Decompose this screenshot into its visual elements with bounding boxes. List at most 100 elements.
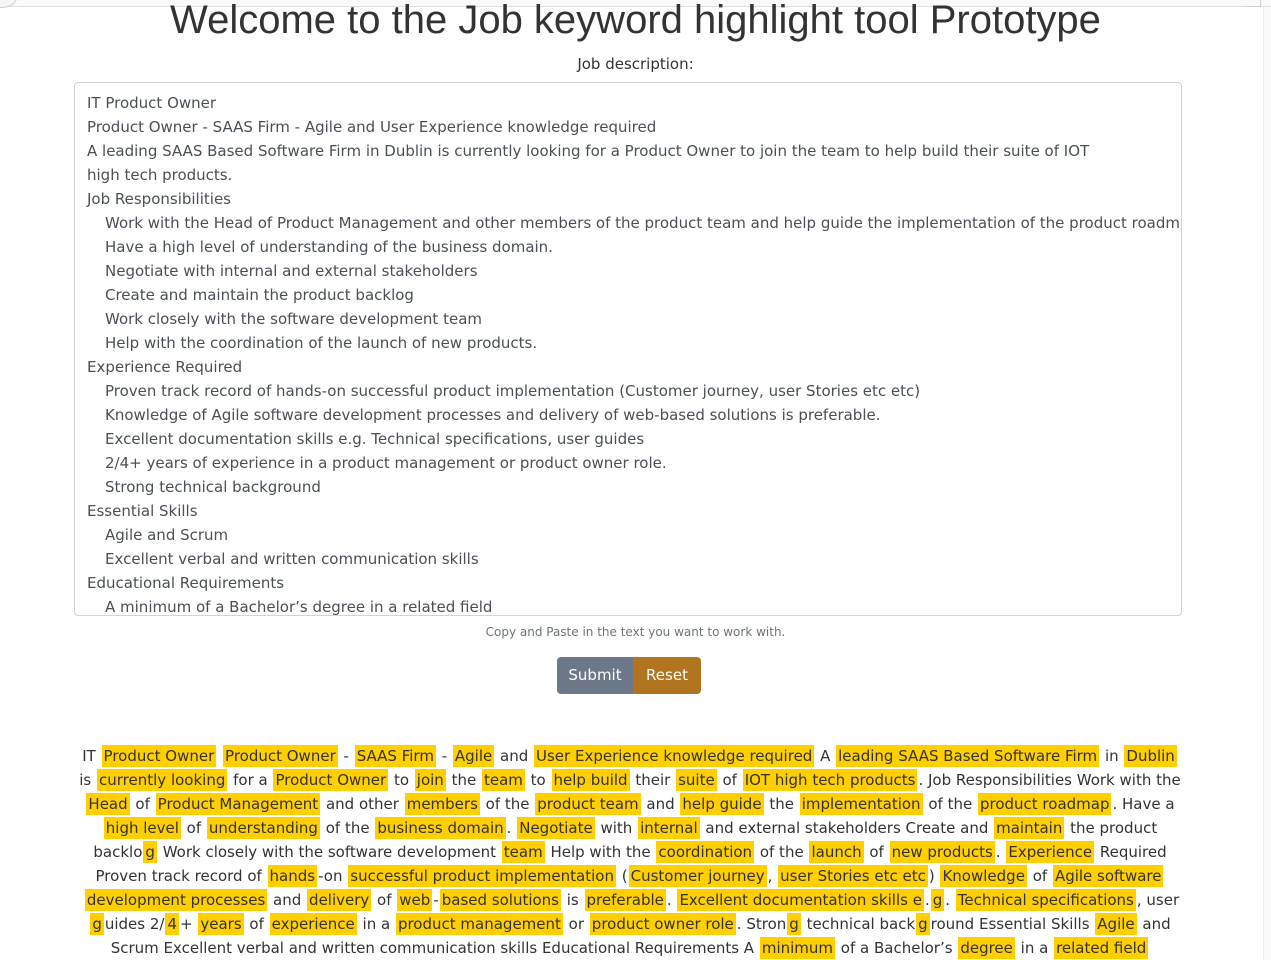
highlighted-keyword: Product Owner bbox=[223, 745, 338, 767]
highlighted-keyword: leading SAAS Based Software Firm bbox=[836, 745, 1100, 767]
page-scrollbar[interactable] bbox=[1263, 7, 1271, 960]
highlighted-keyword: Experience bbox=[1006, 841, 1095, 863]
highlighted-keyword: User Experience knowledge required bbox=[534, 745, 815, 767]
output-text: to bbox=[389, 771, 414, 789]
highlighted-keyword: Product Owner bbox=[101, 745, 217, 767]
output-text: and bbox=[641, 795, 680, 813]
output-text: . bbox=[924, 891, 930, 909]
highlighted-keyword: launch bbox=[809, 841, 864, 863]
highlighted-keyword: delivery bbox=[307, 889, 372, 911]
output-text: is bbox=[562, 891, 584, 909]
highlighted-keyword: user Stories etc etc bbox=[778, 865, 928, 887]
textarea-line: IT Product Owner bbox=[87, 94, 217, 112]
highlighted-keyword: experience bbox=[269, 913, 357, 935]
output-text: of bbox=[130, 795, 155, 813]
output-text: - bbox=[338, 747, 354, 765]
highlighted-keyword: currently looking bbox=[97, 769, 228, 791]
highlighted-keyword: internal bbox=[638, 817, 700, 839]
output-text: ) bbox=[928, 867, 940, 885]
output-text: of bbox=[864, 843, 889, 861]
highlighted-keyword: understanding bbox=[206, 817, 320, 839]
output-text: A bbox=[815, 747, 836, 765]
highlighted-keyword: Technical specifications bbox=[955, 889, 1136, 911]
textarea-line: Negotiate with internal and external sta… bbox=[105, 262, 478, 280]
output-text: , bbox=[767, 867, 778, 885]
highlighted-keyword: years bbox=[198, 913, 244, 935]
highlighted-keyword: high level bbox=[103, 817, 181, 839]
output-text: of bbox=[181, 819, 206, 837]
highlighted-keyword: Agile bbox=[1095, 913, 1137, 935]
highlighted-keyword: Product Management bbox=[155, 793, 321, 815]
submit-button[interactable]: Submit bbox=[557, 657, 633, 694]
output-text: ( bbox=[616, 867, 628, 885]
textarea-line: Work closely with the software developme… bbox=[105, 310, 482, 328]
highlighted-keyword: related field bbox=[1054, 937, 1149, 959]
textarea-line: Product Owner - SAAS Firm - Agile and Us… bbox=[87, 118, 657, 136]
output-text: the bbox=[446, 771, 481, 789]
highlighted-keyword: Knowledge bbox=[940, 865, 1027, 887]
output-text: or bbox=[563, 915, 589, 933]
highlighted-keyword: new products bbox=[889, 841, 995, 863]
highlighted-keyword: preferable bbox=[584, 889, 666, 911]
highlighted-keyword: implementation bbox=[799, 793, 923, 815]
highlighted-output: IT Product Owner Product Owner - SAAS Fi… bbox=[74, 744, 1186, 960]
output-text: their bbox=[630, 771, 676, 789]
output-text: and other bbox=[321, 795, 404, 813]
highlighted-keyword: g bbox=[916, 913, 930, 935]
help-text: Copy and Paste in the text you want to w… bbox=[485, 625, 786, 639]
textarea-line: Work with the Head of Product Management… bbox=[105, 214, 1182, 232]
output-text: round Essential Skills bbox=[930, 915, 1095, 933]
highlighted-keyword: hands bbox=[267, 865, 318, 887]
textarea-line: Knowledge of Agile software development … bbox=[105, 406, 881, 424]
output-text: . Job Responsibilities Work with the bbox=[918, 771, 1181, 789]
textarea-line: Job Responsibilities bbox=[87, 190, 231, 208]
highlighted-keyword: IOT high tech products bbox=[742, 769, 918, 791]
output-text: . bbox=[666, 891, 677, 909]
output-text: Work closely with the software developme… bbox=[157, 843, 501, 861]
output-text: technical back bbox=[801, 915, 916, 933]
output-text: of the bbox=[480, 795, 535, 813]
highlighted-keyword: maintain bbox=[994, 817, 1065, 839]
highlighted-keyword: g bbox=[90, 913, 104, 935]
highlighted-keyword: based solutions bbox=[439, 889, 561, 911]
highlighted-keyword: minimum bbox=[759, 937, 836, 959]
highlighted-keyword: coordination bbox=[656, 841, 755, 863]
textarea-line: Excellent documentation skills e.g. Tech… bbox=[105, 430, 645, 448]
output-text: + bbox=[180, 915, 198, 933]
output-text: in bbox=[1100, 747, 1124, 765]
output-text: -on bbox=[318, 867, 348, 885]
highlighted-keyword: 4 bbox=[165, 913, 180, 935]
highlighted-keyword: business domain bbox=[375, 817, 506, 839]
highlighted-keyword: product owner role bbox=[589, 913, 736, 935]
output-text: with bbox=[595, 819, 638, 837]
output-text: . Have a bbox=[1112, 795, 1175, 813]
textarea-line: Educational Requirements bbox=[87, 574, 285, 592]
output-text: Help with the bbox=[545, 843, 656, 861]
textarea-line: Strong technical background bbox=[105, 478, 321, 496]
reset-button[interactable]: Reset bbox=[633, 657, 701, 694]
highlighted-keyword: Head bbox=[86, 793, 130, 815]
textarea-line: Have a high level of understanding of th… bbox=[105, 238, 553, 256]
textarea-line: Agile and Scrum bbox=[105, 526, 229, 544]
output-text: of a Bachelor’s bbox=[836, 939, 958, 957]
output-text: . bbox=[945, 891, 955, 909]
textarea-line: Excellent verbal and written communicati… bbox=[105, 550, 479, 568]
highlighted-keyword: Customer journey bbox=[628, 865, 767, 887]
highlighted-keyword: join bbox=[414, 769, 446, 791]
output-text: for a bbox=[228, 771, 273, 789]
output-text: IT bbox=[82, 747, 101, 765]
highlighted-keyword: product team bbox=[535, 793, 641, 815]
page-title: Welcome to the Job keyword highlight too… bbox=[170, 0, 1101, 42]
output-text: the bbox=[764, 795, 799, 813]
job-description-textarea[interactable]: IT Product Owner Product Owner - SAAS Fir… bbox=[74, 82, 1182, 616]
highlighted-keyword: help build bbox=[551, 769, 630, 791]
output-text: of the bbox=[755, 843, 809, 861]
highlighted-keyword: successful product implementation bbox=[348, 865, 616, 887]
highlighted-keyword: product management bbox=[395, 913, 563, 935]
textarea-line: Help with the coordination of the launch… bbox=[105, 334, 538, 352]
textarea-line: Experience Required bbox=[87, 358, 243, 376]
output-text: , user bbox=[1136, 891, 1180, 909]
highlighted-keyword: team bbox=[501, 841, 545, 863]
highlighted-keyword: product roadmap bbox=[977, 793, 1112, 815]
